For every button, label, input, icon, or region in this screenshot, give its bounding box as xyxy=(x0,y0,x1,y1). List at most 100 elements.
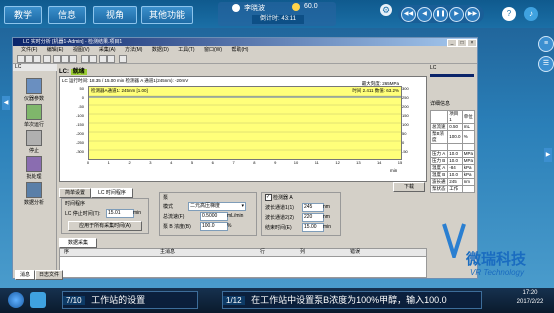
rewind-icon[interactable]: ◀◀ xyxy=(401,7,416,22)
menu-tools[interactable]: 工具(T) xyxy=(178,47,194,53)
open-icon[interactable] xyxy=(25,55,33,63)
x-tick: 10 xyxy=(293,160,299,165)
property-name: 总流速 xyxy=(429,123,449,131)
instruction-number: 1/12 xyxy=(223,296,245,305)
property-row[interactable]: 总流速 0.50 mL xyxy=(429,123,476,131)
user-panel: 李晓波 60.0 倒计时: 43:11 xyxy=(218,2,336,26)
y-tick: -50 xyxy=(78,104,84,109)
property-row[interactable]: 温度 A -84 kPa xyxy=(429,164,476,172)
property-unit: MPa xyxy=(461,157,476,165)
task-step-current[interactable]: 7/10 工作站的设置 xyxy=(62,291,198,309)
property-row[interactable]: 波长通 245 nm xyxy=(429,178,476,186)
wl1-label: 波长通道1(1) xyxy=(265,205,294,211)
settings-icon[interactable]: ⚙ xyxy=(380,4,392,16)
menu-method[interactable]: 方法(M) xyxy=(125,47,143,53)
detector-checkbox[interactable]: ✓ xyxy=(265,194,272,201)
pump-b-conc-input[interactable]: 100.0 xyxy=(200,222,228,231)
menu-data[interactable]: 数据(D) xyxy=(152,47,169,53)
property-row[interactable]: 泵B浓度 100.0% xyxy=(429,130,476,144)
right-collapse-icon[interactable]: ▶ xyxy=(544,148,552,162)
menu-edit[interactable]: 编辑(E) xyxy=(47,47,64,53)
tab-simple-settings[interactable]: 简单设置 xyxy=(59,188,91,198)
x-axis-unit: min xyxy=(390,168,398,173)
col-column: 列 xyxy=(300,249,306,255)
help-tool-icon[interactable] xyxy=(119,55,127,63)
x-tick: 6 xyxy=(211,160,214,165)
property-row[interactable]: 压力 B 10.0 MPa xyxy=(429,157,476,165)
stop-time-input[interactable]: 15.01 xyxy=(106,209,134,218)
apply-all-button[interactable]: 应用于所有采集时间(A) xyxy=(68,221,142,231)
save-icon[interactable] xyxy=(33,55,41,63)
stop-icon[interactable] xyxy=(89,55,97,63)
left-pane-header: LC xyxy=(13,64,58,71)
next-icon[interactable]: ▶ xyxy=(449,7,464,22)
tab-info[interactable]: 信息 xyxy=(48,6,86,24)
y-tick-right: 150 xyxy=(402,113,409,118)
copy-icon[interactable] xyxy=(61,55,69,63)
nav-instrument-params[interactable]: 仪器参数 xyxy=(19,78,49,102)
col-row: 行 xyxy=(260,249,266,255)
paste-icon[interactable] xyxy=(69,55,77,63)
property-row[interactable] xyxy=(429,143,476,151)
batch-icon xyxy=(26,156,42,172)
tab-view[interactable]: 视角 xyxy=(93,6,137,24)
properties-table: 项目1 单位 总流速 0.50 mL 泵B浓度 100.0% 压力 A 10.0 MPa 压力 … xyxy=(429,110,476,193)
zoom-icon[interactable] xyxy=(99,55,107,63)
help-icon[interactable]: ? xyxy=(502,7,516,21)
property-value: -84 xyxy=(447,164,463,172)
y-tick-right: 50 xyxy=(402,131,407,136)
side-menu-icon[interactable]: ≡ xyxy=(538,36,554,52)
left-collapse-icon[interactable]: ◀ xyxy=(2,96,10,110)
y-tick-right: 250 xyxy=(402,95,409,100)
menu-acquire[interactable]: 采集(A) xyxy=(99,47,116,53)
detector-label: 检测器 A xyxy=(273,195,293,201)
end-time-input[interactable]: 15.00 xyxy=(302,223,324,232)
nav-data-analysis[interactable]: 数据分析 xyxy=(19,182,49,206)
print-icon[interactable] xyxy=(43,55,51,63)
brand-subtitle: VR Technology xyxy=(470,268,524,277)
chromatogram-plot[interactable]: 检测器A通道1: 245nm [1.00] 最大刻度: 265MPa 时间 2.… xyxy=(88,81,402,160)
fast-forward-icon[interactable]: ▶▶ xyxy=(465,7,480,22)
nav-stop[interactable]: 停止 xyxy=(19,130,49,154)
property-name: 压力 A xyxy=(429,150,449,158)
menu-view[interactable]: 视图(V) xyxy=(73,47,90,53)
instruction-text: 在工作站中设置泵B浓度为100%甲醇，输入100.0 xyxy=(251,295,447,305)
start-menu-icon[interactable] xyxy=(8,292,24,308)
pause-icon[interactable]: ❚❚ xyxy=(433,7,448,22)
col-error: 错误 xyxy=(350,249,361,255)
tab-other-functions[interactable]: 其他功能 xyxy=(141,6,193,24)
property-row[interactable]: 压力 A 10.0 MPa xyxy=(429,150,476,158)
prev-icon[interactable]: ◀ xyxy=(417,7,432,22)
tab-teaching[interactable]: 教学 xyxy=(4,6,42,24)
property-row[interactable]: 温度 B 10.0 kPa xyxy=(429,171,476,179)
end-time-unit: min xyxy=(323,224,332,230)
wl1-input[interactable]: 245 xyxy=(302,203,324,212)
pump-mode-select[interactable]: 二元高压梯度 ▾ xyxy=(188,202,246,211)
brand-logo-icon xyxy=(442,222,466,263)
time-program-label: 时间程序 xyxy=(65,201,86,207)
y-axis: 50 0 -50 -100 -150 -200 -250 -300 xyxy=(64,86,86,162)
menu-file[interactable]: 文件(F) xyxy=(21,47,37,53)
tab-messages[interactable]: 消息 xyxy=(15,270,35,280)
task-instruction[interactable]: 1/12 在工作站中设置泵B浓度为100%甲醇，输入100.0 xyxy=(222,291,482,309)
tab-log-file[interactable]: 日志文件 xyxy=(35,270,63,280)
grid-icon[interactable] xyxy=(107,55,115,63)
y-tick-right: 200 xyxy=(402,104,409,109)
sound-icon[interactable]: ♪ xyxy=(524,7,538,21)
instrument-icon xyxy=(26,78,42,94)
tab-lc-time-program[interactable]: LC 时间程序 xyxy=(91,188,133,198)
nav-batch[interactable]: 批处理 xyxy=(19,156,49,180)
menu-window[interactable]: 窗口(W) xyxy=(204,47,222,53)
download-button[interactable]: 下载 xyxy=(393,182,425,192)
start-icon[interactable] xyxy=(81,55,89,63)
cut-icon[interactable] xyxy=(53,55,61,63)
new-icon[interactable] xyxy=(17,55,25,63)
tab-data-acquisition[interactable]: 数据采集 xyxy=(59,238,97,248)
property-row[interactable]: 泵状态 工作 xyxy=(429,185,476,193)
browser-icon[interactable] xyxy=(30,292,46,308)
flow-input[interactable]: 0.5000 xyxy=(200,212,228,221)
side-list-icon[interactable]: ☰ xyxy=(538,56,554,72)
menu-help[interactable]: 帮助(H) xyxy=(231,47,248,53)
nav-single-run[interactable]: 单次运行 xyxy=(19,104,49,128)
wl2-input[interactable]: 220 xyxy=(302,213,324,222)
